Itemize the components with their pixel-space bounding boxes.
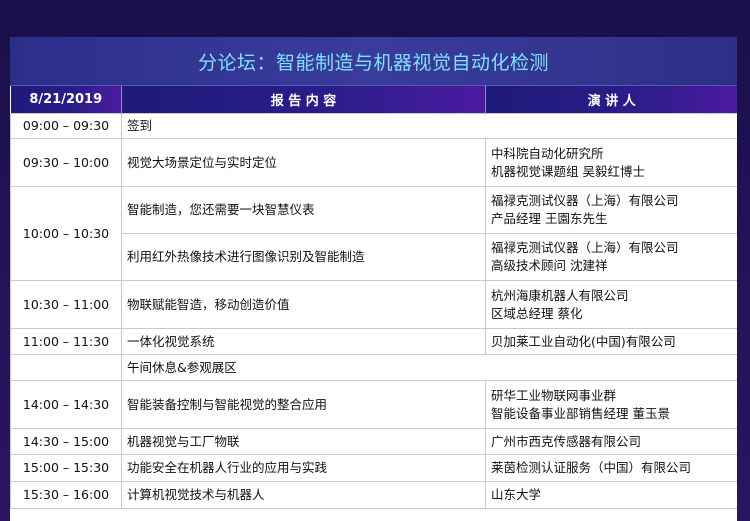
- table-row: 09:00 – 09:30 签到: [10, 113, 737, 139]
- topic-cell: 功能安全在机器人行业的应用与实践: [121, 454, 486, 482]
- speaker-cell: 莱茵检测认证服务（中国）有限公司: [485, 454, 737, 482]
- forum-title-bar: 分论坛：智能制造与机器视觉自动化检测: [10, 37, 737, 86]
- topic-cell: 利用红外热像技术进行图像识别及智能制造: [121, 233, 486, 281]
- header-speaker: 演 讲 人: [485, 86, 737, 114]
- table-header-row: 8/21/2019 报 告 内 容 演 讲 人: [10, 86, 737, 114]
- table-row: 09:30 – 10:00 视觉大场景定位与实时定位 中科院自动化研究所 机器视…: [10, 138, 737, 187]
- topic-cell: 签到: [121, 113, 737, 139]
- agenda-panel: 分论坛：智能制造与机器视觉自动化检测 8/21/2019 报 告 内 容 演 讲…: [10, 37, 737, 521]
- table-row: 10:00 – 10:30 智能制造，您还需要一块智慧仪表 福禄克测试仪器（上海…: [10, 186, 737, 281]
- time-cell: 14:00 – 14:30: [10, 380, 122, 429]
- speaker-cell: 贝加莱工业自动化(中国)有限公司: [485, 328, 737, 355]
- table-row: 15:30 – 16:00 计算机视觉技术与机器人 山东大学: [10, 481, 737, 509]
- agenda-table: 8/21/2019 报 告 内 容 演 讲 人 09:00 – 09:30 签到…: [10, 86, 737, 509]
- speaker-cell: 研华工业物联网事业群 智能设备事业部销售经理 董玉景: [485, 380, 737, 429]
- time-cell: [10, 354, 122, 381]
- time-cell: 14:30 – 15:00: [10, 428, 122, 455]
- topic-cell: 物联赋能智造，移动创造价值: [121, 280, 486, 329]
- table-row: 14:30 – 15:00 机器视觉与工厂物联 广州市西克传感器有限公司: [10, 428, 737, 455]
- topic-cell: 智能制造，您还需要一块智慧仪表: [121, 186, 486, 234]
- speaker-cell: 福禄克测试仪器（上海）有限公司 高级技术顾问 沈建祥: [485, 233, 737, 281]
- time-cell: 09:30 – 10:00: [10, 138, 122, 187]
- time-cell: 15:30 – 16:00: [10, 481, 122, 509]
- table-row: 11:00 – 11:30 一体化视觉系统 贝加莱工业自动化(中国)有限公司: [10, 328, 737, 355]
- time-cell: 15:00 – 15:30: [10, 454, 122, 482]
- table-row: 14:00 – 14:30 智能装备控制与智能视觉的整合应用 研华工业物联网事业…: [10, 380, 737, 429]
- speaker-cell: 广州市西克传感器有限公司: [485, 428, 737, 455]
- topic-cell: 计算机视觉技术与机器人: [121, 481, 486, 509]
- topic-cell: 机器视觉与工厂物联: [121, 428, 486, 455]
- time-cell: 11:00 – 11:30: [10, 328, 122, 355]
- topic-cell: 智能装备控制与智能视觉的整合应用: [121, 380, 486, 429]
- table-row: 午间休息&参观展区: [10, 354, 737, 381]
- speaker-cell: 福禄克测试仪器（上海）有限公司 产品经理 王園东先生: [485, 186, 737, 234]
- speaker-cell: 中科院自动化研究所 机器视觉课题组 吴毅红博士: [485, 138, 737, 187]
- table-row: 10:30 – 11:00 物联赋能智造，移动创造价值 杭州海康机器人有限公司 …: [10, 280, 737, 329]
- table-row: 15:00 – 15:30 功能安全在机器人行业的应用与实践 莱茵检测认证服务（…: [10, 454, 737, 482]
- header-date: 8/21/2019: [10, 86, 122, 114]
- time-cell: 09:00 – 09:30: [10, 113, 122, 139]
- header-topic: 报 告 内 容: [121, 86, 486, 114]
- topic-cell: 一体化视觉系统: [121, 328, 486, 355]
- speaker-cell: 山东大学: [485, 481, 737, 509]
- forum-title: 分论坛：智能制造与机器视觉自动化检测: [197, 51, 549, 74]
- topic-cell: 午间休息&参观展区: [121, 354, 737, 381]
- time-cell: 10:00 – 10:30: [10, 186, 122, 281]
- speaker-cell: 杭州海康机器人有限公司 区域总经理 蔡化: [485, 280, 737, 329]
- topic-cell: 视觉大场景定位与实时定位: [121, 138, 486, 187]
- time-cell: 10:30 – 11:00: [10, 280, 122, 329]
